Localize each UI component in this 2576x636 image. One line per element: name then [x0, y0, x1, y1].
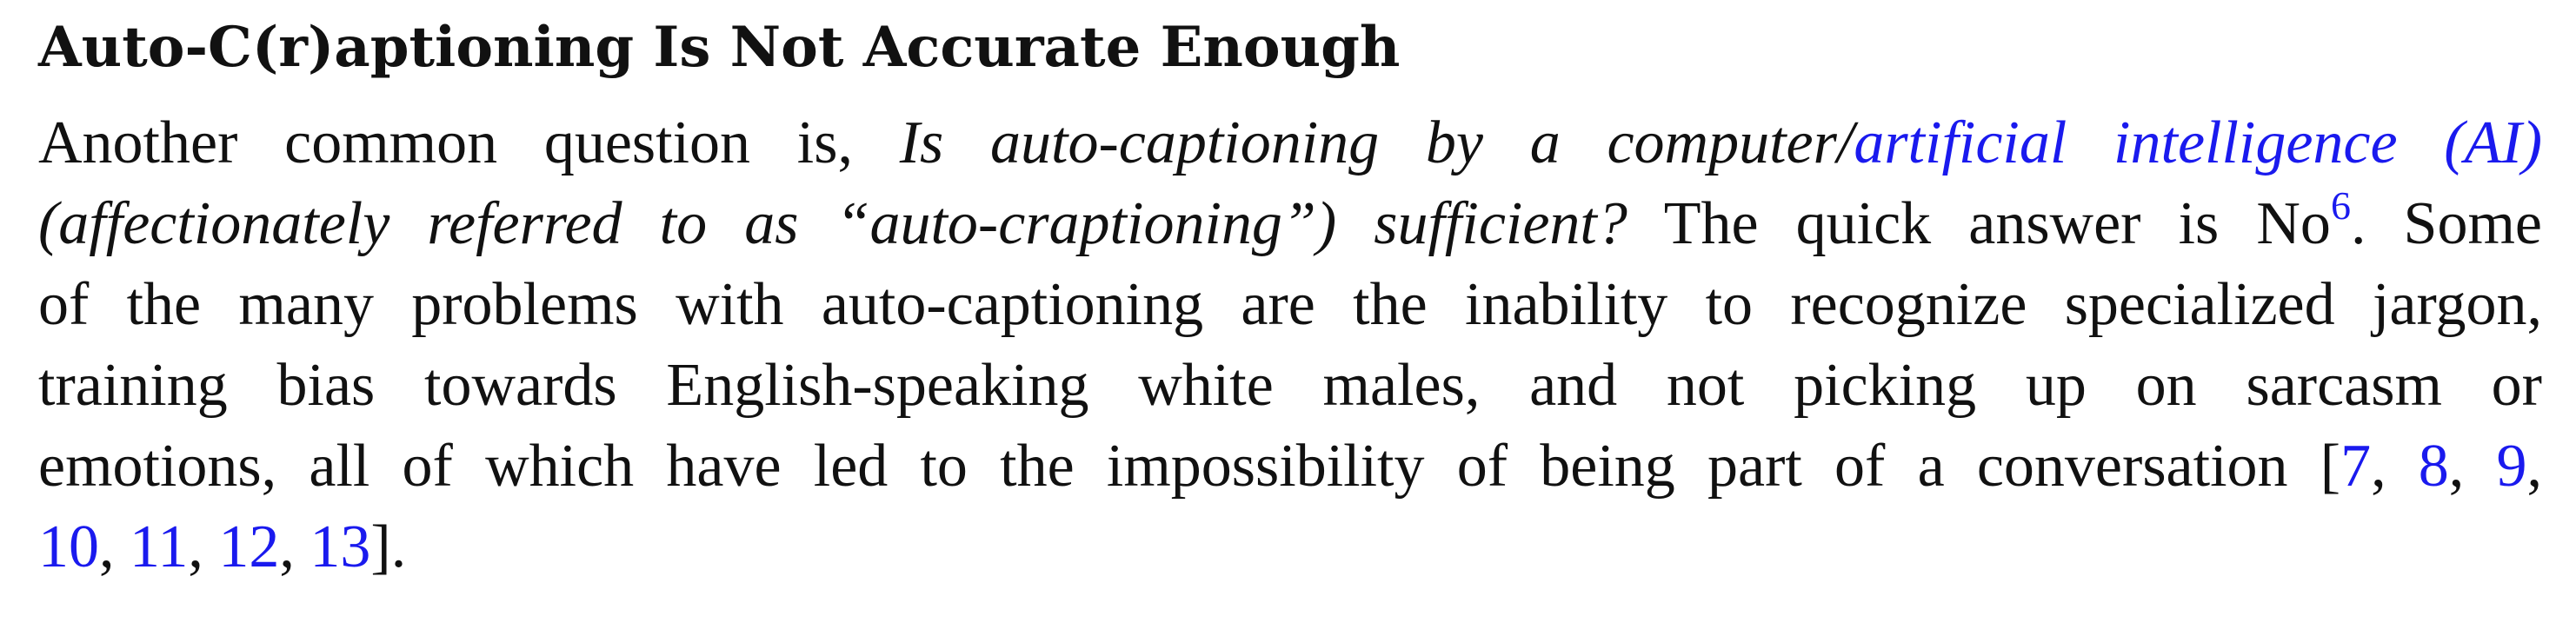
section-heading: Auto-C(r)aptioning Is Not Accurate Enoug… [38, 15, 1401, 80]
question-text-part2: (affectionately referred to as “auto-cra… [38, 190, 1627, 257]
answer-text: The quick answer is No [1663, 190, 2331, 257]
paragraph-line-2: (affectionately referred to as “auto-cra… [38, 183, 2542, 264]
paragraph-line-5: emotions, all of which have led to the i… [38, 433, 2543, 500]
intro-text: Another common question is, [38, 109, 853, 176]
citation-7-link[interactable]: 7 [2340, 433, 2371, 500]
paragraph-line-4: training bias towards English-speaking w… [38, 352, 2542, 419]
ai-link[interactable]: artificial intelligence (AI) [1854, 109, 2542, 176]
paragraph-line-6: 10, 11, 12, 13]. [38, 513, 407, 580]
after-answer-text: . Some [2350, 190, 2542, 257]
citation-8-link[interactable]: 8 [2419, 433, 2449, 500]
body-paragraph: Another common question is, Is auto-capt… [38, 103, 2542, 587]
citation-12-link[interactable]: 12 [218, 513, 279, 580]
citation-9-link[interactable]: 9 [2497, 433, 2527, 500]
question-text-part1: Is auto-captioning by a computer/ [899, 109, 1854, 176]
paper-section: Auto-C(r)aptioning Is Not Accurate Enoug… [38, 17, 2542, 587]
citation-10-link[interactable]: 10 [38, 513, 99, 580]
footnote-6-link[interactable]: 6 [2331, 183, 2351, 228]
line5-text: emotions, all of which have led to the i… [38, 433, 2341, 500]
citation-13-link[interactable]: 13 [310, 513, 370, 580]
paragraph-line-1: Another common question is, Is auto-capt… [38, 103, 2542, 183]
paragraph-line-3: of the many problems with auto-captionin… [38, 271, 2542, 338]
citation-11-link[interactable]: 11 [130, 513, 188, 580]
closing-bracket: ]. [370, 513, 407, 580]
